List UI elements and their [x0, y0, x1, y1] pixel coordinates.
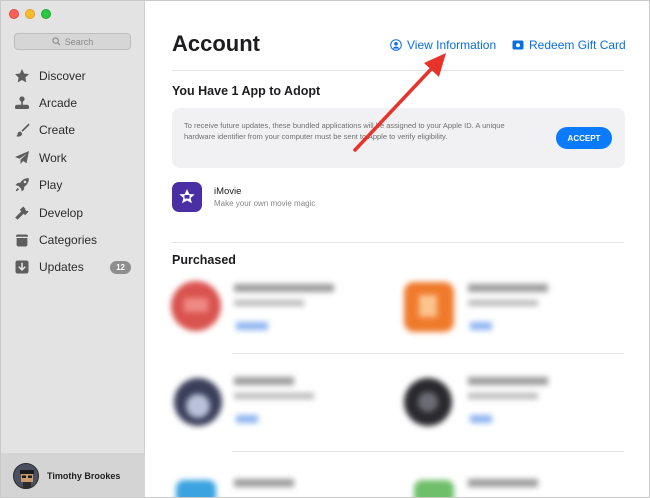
close-window-button[interactable]: [9, 9, 19, 19]
search-field[interactable]: Search: [14, 33, 131, 50]
purchased-app-2[interactable]: [404, 280, 464, 345]
page-title: Account: [172, 31, 260, 56]
purchased-heading: Purchased: [172, 253, 236, 267]
sidebar-item-arcade[interactable]: Arcade: [1, 89, 145, 116]
redeem-gift-card-link[interactable]: Redeem Gift Card: [512, 38, 626, 52]
user-name: Timothy Brookes: [47, 471, 121, 481]
redeem-gift-card-label: Redeem Gift Card: [529, 38, 626, 52]
brush-icon: [13, 121, 31, 139]
sidebar-nav: Discover Arcade Create Work Play Develop: [1, 62, 145, 281]
hammer-icon: [13, 204, 31, 222]
rocket-icon: [13, 176, 31, 194]
sidebar-item-label: Updates: [39, 260, 84, 275]
sidebar: Search Discover Arcade Create Work Play: [1, 1, 145, 497]
updates-count-badge: 12: [110, 260, 131, 274]
purchased-app-4[interactable]: [404, 376, 464, 441]
paper-plane-icon: [13, 149, 31, 167]
sidebar-item-updates[interactable]: Updates 12: [1, 254, 145, 281]
search-placeholder: Search: [64, 36, 94, 47]
app-icon: [174, 378, 222, 426]
app-name: iMovie: [214, 186, 242, 197]
sidebar-item-work[interactable]: Work: [1, 144, 145, 171]
imovie-app-row[interactable]: iMovie Make your own movie magic: [172, 182, 315, 212]
purchased-app-2-info: [468, 284, 588, 339]
purchased-app-3[interactable]: [174, 376, 234, 441]
app-store-window: Search Discover Arcade Create Work Play: [0, 0, 650, 498]
sidebar-item-create[interactable]: Create: [1, 117, 145, 144]
sidebar-item-develop[interactable]: Develop: [1, 199, 145, 226]
divider: [232, 353, 624, 354]
star-icon: [13, 67, 31, 85]
purchased-app-4-info: [468, 377, 588, 432]
sidebar-item-label: Develop: [39, 205, 84, 220]
sidebar-item-categories[interactable]: Categories: [1, 226, 145, 253]
avatar: [13, 463, 39, 489]
sidebar-item-label: Arcade: [39, 96, 78, 111]
sidebar-item-label: Discover: [39, 68, 86, 83]
view-information-label: View Information: [407, 38, 497, 52]
adopt-notice: To receive future updates, these bundled…: [172, 108, 625, 168]
traffic-lights: [9, 9, 51, 19]
accept-button[interactable]: ACCEPT: [556, 127, 612, 149]
app-icon: [171, 281, 221, 331]
purchased-app-3-info: [234, 377, 354, 432]
sidebar-item-label: Categories: [39, 233, 98, 248]
download-icon: [13, 258, 31, 276]
person-circle-icon: [390, 39, 402, 51]
purchased-app-1[interactable]: [170, 280, 230, 345]
purchased-app-6-info: [468, 477, 588, 497]
joystick-icon: [13, 94, 31, 112]
adopt-heading: You Have 1 App to Adopt: [172, 84, 321, 98]
search-icon: [52, 37, 61, 46]
user-account-button[interactable]: Timothy Brookes: [1, 453, 145, 497]
adopt-notice-text: To receive future updates, these bundled…: [184, 121, 505, 142]
app-icon: [414, 480, 454, 497]
divider: [232, 451, 624, 452]
app-icon: [176, 480, 216, 497]
app-icon: [404, 282, 454, 332]
minimize-window-button[interactable]: [25, 9, 35, 19]
sidebar-item-play[interactable]: Play: [1, 172, 145, 199]
zoom-window-button[interactable]: [41, 9, 51, 19]
purchased-app-1-info: [234, 284, 354, 339]
main-content: Account View Information Redeem Gift Car…: [146, 1, 649, 497]
sidebar-item-label: Create: [39, 123, 76, 138]
sidebar-item-label: Play: [39, 178, 63, 193]
divider: [172, 242, 624, 243]
box-icon: [13, 231, 31, 249]
gift-card-icon: [512, 40, 524, 50]
imovie-app-icon: [172, 182, 202, 212]
purchased-app-5-info: [234, 477, 354, 497]
app-subtitle: Make your own movie magic: [214, 199, 316, 208]
sidebar-item-label: Work: [39, 150, 67, 165]
purchased-app-6[interactable]: [414, 476, 464, 497]
divider: [172, 70, 624, 71]
view-information-link[interactable]: View Information: [390, 38, 496, 52]
app-icon: [404, 378, 452, 426]
sidebar-item-discover[interactable]: Discover: [1, 62, 145, 89]
purchased-app-5[interactable]: [176, 476, 226, 497]
